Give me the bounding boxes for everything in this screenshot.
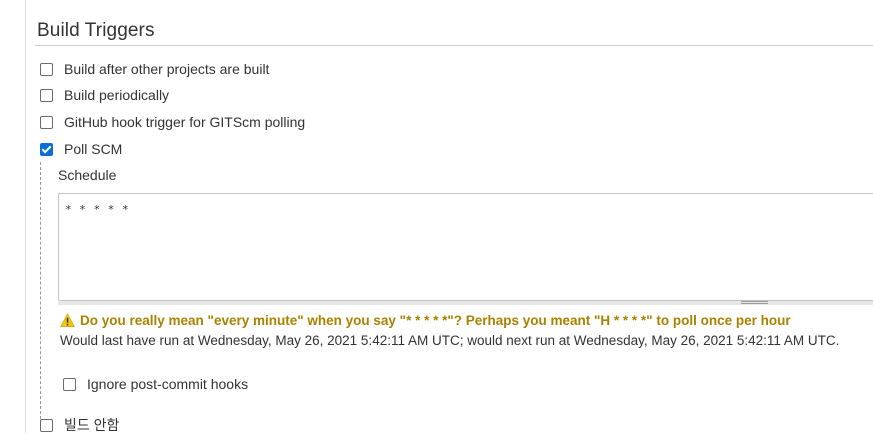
ignore-label[interactable]: Ignore post-commit hooks xyxy=(87,376,248,392)
trigger-build-after-other[interactable]: Build after other projects are built xyxy=(40,60,269,78)
github-hook-checkbox[interactable] xyxy=(40,115,53,129)
textarea-resize-handle[interactable] xyxy=(741,301,768,304)
schedule-label: Schedule xyxy=(58,167,117,183)
disable-build-label[interactable]: 빌드 안함 xyxy=(64,415,119,435)
warning-text: Do you really mean "every minute" when y… xyxy=(80,313,791,328)
build-periodically-checkbox[interactable] xyxy=(40,88,53,102)
schedule-textarea[interactable]: * * * * * xyxy=(58,193,873,301)
schedule-warning: Do you really mean "every minute" when y… xyxy=(60,313,791,328)
trigger-build-periodically[interactable]: Build periodically xyxy=(40,86,169,104)
ignore-post-commit-hooks[interactable]: Ignore post-commit hooks xyxy=(63,375,248,393)
trigger-github-hook[interactable]: GitHub hook trigger for GITScm polling xyxy=(40,113,305,131)
schedule-value[interactable]: * * * * * xyxy=(65,203,129,216)
ignore-post-commit-hooks-checkbox[interactable] xyxy=(63,377,76,391)
title-divider xyxy=(35,45,873,46)
trigger-label[interactable]: Poll SCM xyxy=(64,141,122,157)
trigger-label[interactable]: Build periodically xyxy=(64,87,169,103)
section-title: Build Triggers xyxy=(37,20,155,41)
trigger-disable-build[interactable]: 빌드 안함 xyxy=(40,416,119,434)
trigger-poll-scm[interactable]: Poll SCM xyxy=(40,140,122,158)
trigger-label[interactable]: GitHub hook trigger for GITScm polling xyxy=(64,114,305,130)
warning-icon xyxy=(60,313,75,327)
build-after-other-checkbox[interactable] xyxy=(40,62,53,76)
poll-scm-checkbox[interactable] xyxy=(40,142,53,156)
trigger-label[interactable]: Build after other projects are built xyxy=(64,61,269,77)
schedule-run-info: Would last have run at Wednesday, May 26… xyxy=(60,333,840,348)
disable-build-checkbox[interactable] xyxy=(40,418,53,432)
poll-scm-nested-guide xyxy=(40,162,41,424)
left-divider xyxy=(25,0,26,433)
